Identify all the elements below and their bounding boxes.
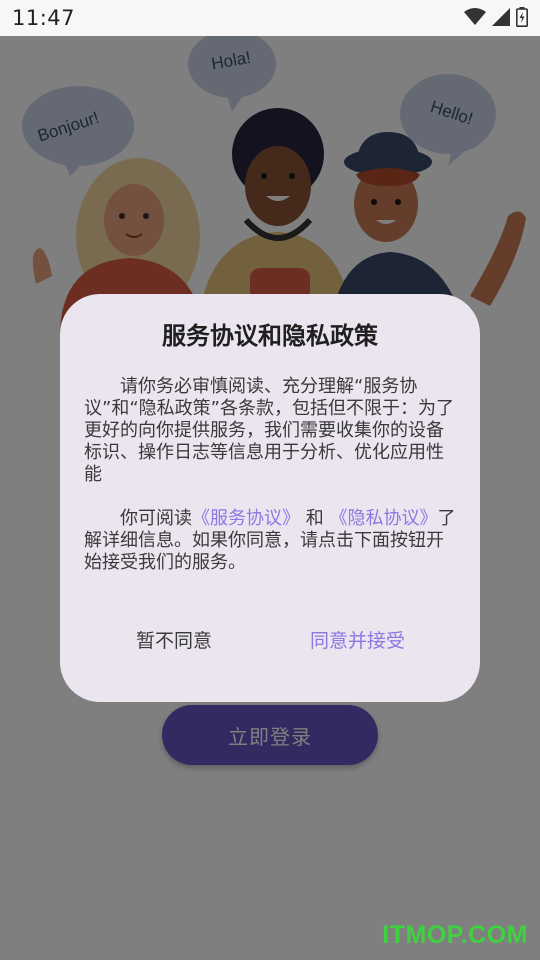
privacy-agreement-link[interactable]: 《隐私协议》 [329,508,437,529]
privacy-dialog: 服务协议和隐私政策 请你务必审慎阅读、充分理解“服务协议”和“隐私政策”各条款，… [60,294,480,702]
disagree-button[interactable]: 暂不同意 [136,626,212,653]
paragraph-2-prefix: 你可阅读 [120,508,192,529]
dialog-body: 请你务必审慎阅读、充分理解“服务协议”和“隐私政策”各条款，包括但不限于：为了更… [84,376,456,574]
paragraph-2-and: 和 [300,508,330,529]
dialog-title: 服务协议和隐私政策 [162,322,378,350]
signal-icon [492,8,510,26]
dialog-paragraph-1: 请你务必审慎阅读、充分理解“服务协议”和“隐私政策”各条款，包括但不限于：为了更… [84,376,454,485]
service-agreement-link[interactable]: 《服务协议》 [192,508,300,529]
dialog-actions: 暂不同意 同意并接受 [60,626,480,656]
wifi-icon [464,8,486,25]
battery-charging-icon [516,7,528,27]
agree-button[interactable]: 同意并接受 [310,626,405,653]
dialog-paragraph-2: 你可阅读《服务协议》 和 《隐私协议》了解详细信息。如果你同意，请点击下面按钮开… [84,508,456,574]
status-bar: 11:47 [0,0,540,36]
status-time: 11:47 [12,6,76,30]
watermark-logo: ITMOP.COM [382,921,528,949]
status-icons [464,7,528,27]
